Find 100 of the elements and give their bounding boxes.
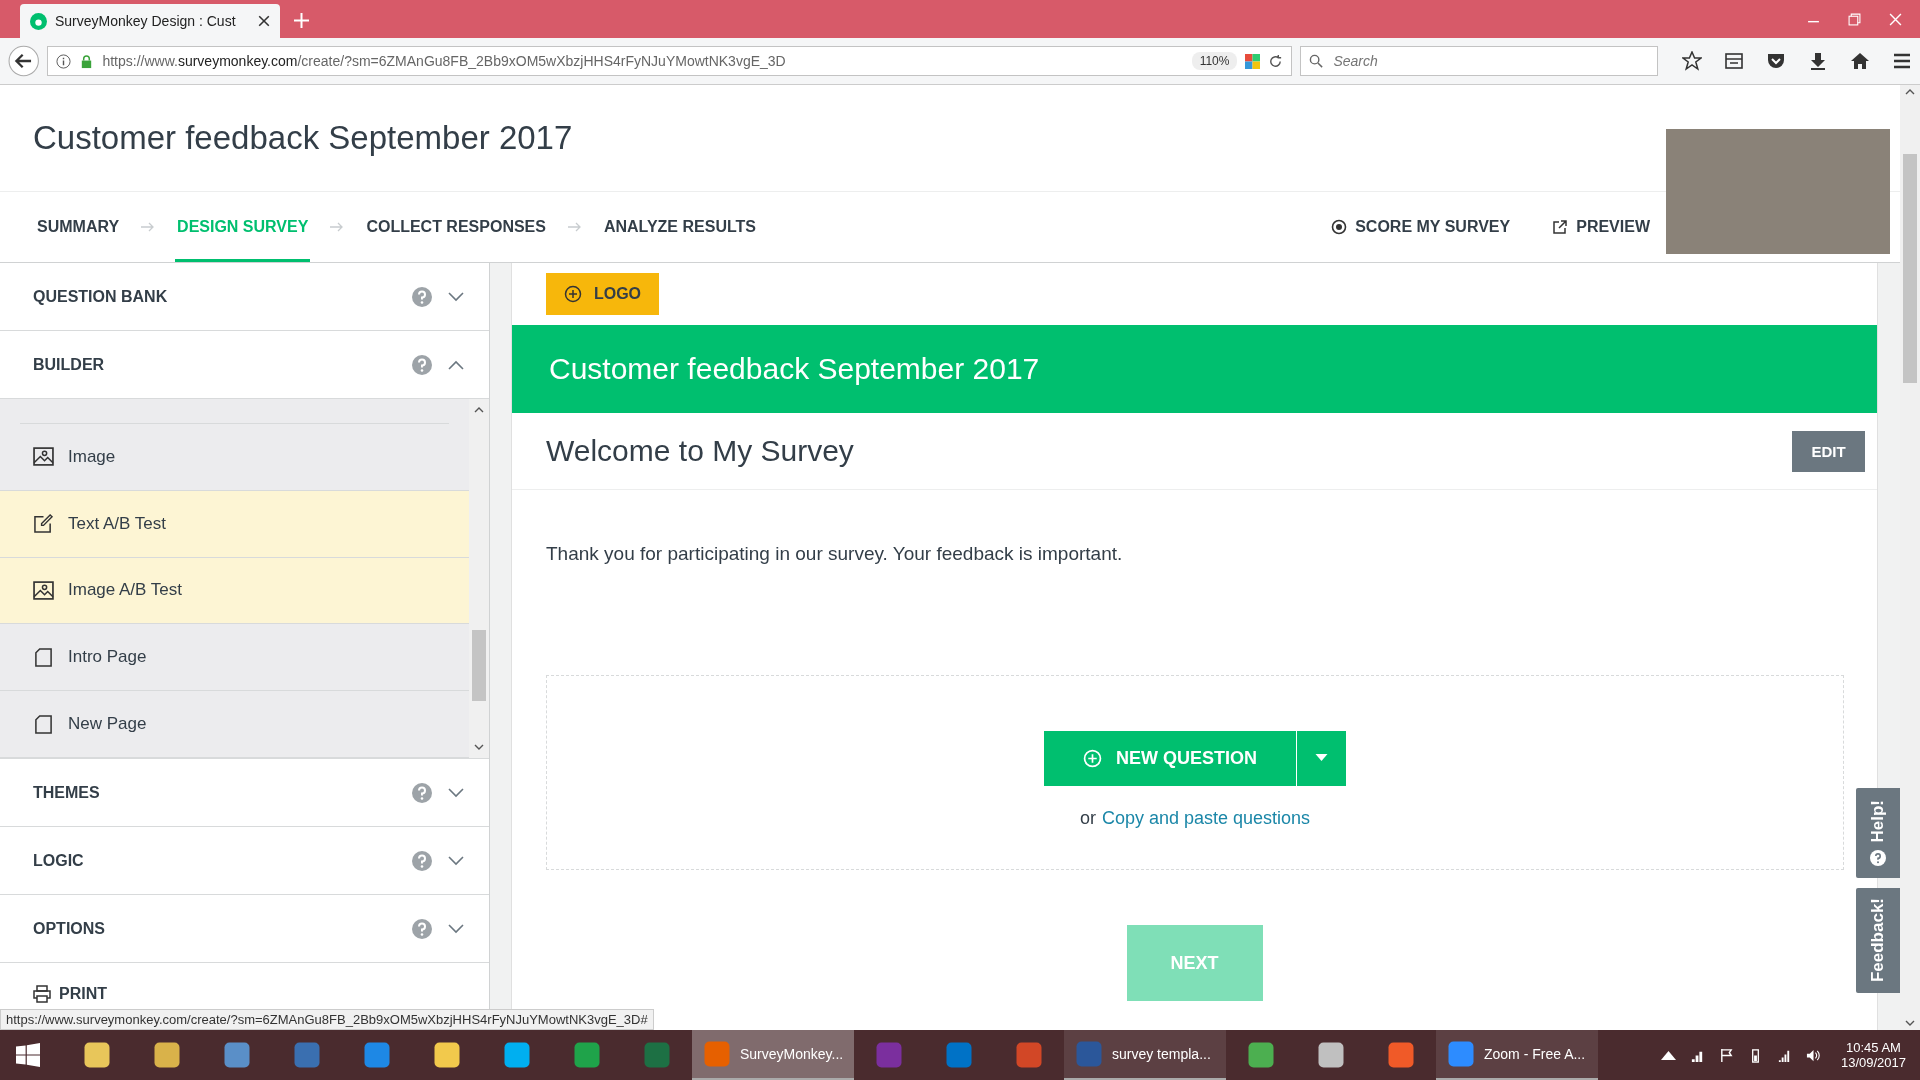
back-icon[interactable] (8, 45, 40, 77)
search-field[interactable]: Search (1300, 46, 1658, 76)
logo-button[interactable]: LOGO (546, 273, 659, 315)
app-icon (1074, 1039, 1104, 1069)
clock[interactable]: 10:45 AM 13/09/2017 (1840, 1040, 1906, 1070)
chevron-icon[interactable] (448, 787, 464, 798)
edit-icon (33, 514, 54, 534)
new-tab-icon[interactable] (294, 13, 309, 28)
scrollbar[interactable] (469, 399, 489, 758)
page-title: Welcome to My Survey (546, 434, 855, 468)
help-icon[interactable] (412, 782, 432, 803)
builder-item[interactable]: New Page (0, 691, 469, 758)
external-link-icon (1552, 219, 1569, 235)
status-url: https://www.surveymonkey.com/create/?sm=6ZMAnGu8FB_2Bb9xOM5wXbzjHHS4rFyNJuYMowtNK3vgE_3D# (0, 1009, 654, 1030)
image-icon (33, 447, 54, 467)
arrow-icon (330, 222, 345, 232)
edit-button[interactable]: EDIT (1792, 430, 1865, 472)
question-icon (1870, 850, 1886, 867)
image-icon (33, 580, 54, 600)
app-icon (222, 1040, 252, 1070)
feedback-tab[interactable]: Feedback! (1856, 888, 1900, 993)
arrow-down-icon[interactable] (1905, 1020, 1915, 1026)
arrow-down-icon[interactable] (474, 744, 484, 750)
app-icon (432, 1040, 462, 1070)
menu-icon[interactable] (1892, 51, 1912, 71)
help-icon[interactable] (412, 354, 432, 375)
page-icon (33, 647, 54, 667)
windows-icon[interactable] (16, 1043, 40, 1067)
plus-circle-icon (1083, 748, 1102, 768)
app-icon (82, 1040, 112, 1070)
scroll-thumb[interactable] (1903, 154, 1917, 384)
help-icon[interactable] (412, 850, 432, 871)
arrow-icon (141, 222, 156, 232)
app-icon (572, 1040, 602, 1070)
chevron-icon[interactable] (448, 291, 464, 302)
app-icon (702, 1039, 732, 1069)
star-icon[interactable] (1682, 51, 1702, 71)
builder-item[interactable]: Intro Page (0, 624, 469, 692)
restore-icon[interactable] (1848, 12, 1861, 26)
page-icon (33, 714, 54, 734)
builder-item[interactable]: Text A/B Test (0, 490, 469, 558)
app-icon (642, 1040, 672, 1070)
browser-tab[interactable]: SurveyMonkey Design : Cust (20, 4, 280, 38)
address-bar[interactable]: https://www.surveymonkey.com/create/?sm=6ZMAnGu8FB_2Bb9xOM5wXbzjHHS4rFyNJuYMowtNK3vgE_3D 110% (47, 46, 1293, 76)
app-icon (292, 1040, 322, 1070)
builder-item[interactable]: Image A/B Test (0, 557, 469, 625)
app-icon (502, 1040, 532, 1070)
zoom-level[interactable]: 110% (1191, 52, 1238, 70)
nav-action-link[interactable]: SCORE MY SURVEY (1331, 192, 1511, 262)
sidebar-section[interactable]: OPTIONS (0, 895, 489, 963)
taskbar-app[interactable]: Zoom - Free A... (1436, 1030, 1598, 1080)
sidebar-section[interactable]: LOGIC (0, 827, 489, 895)
survey-title: Customer feedback September 2017 (33, 119, 573, 157)
nav-tab[interactable]: SUMMARY (35, 192, 122, 262)
help-tab[interactable]: Help! (1856, 788, 1900, 878)
chevron-icon[interactable] (448, 923, 464, 934)
app-icon (1386, 1040, 1416, 1070)
nav-action-link[interactable]: PREVIEW (1552, 192, 1650, 262)
help-icon[interactable] (412, 286, 432, 307)
nav-tab[interactable]: ANALYZE RESULTS (601, 192, 758, 262)
help-icon[interactable] (412, 918, 432, 939)
nav-tab[interactable]: COLLECT RESPONSES (364, 192, 548, 262)
target-icon (1331, 219, 1348, 235)
arrow-up-icon[interactable] (1905, 89, 1915, 95)
close-icon[interactable] (258, 15, 270, 27)
tab-title: SurveyMonkey Design : Cust (55, 13, 237, 29)
arrow-icon (567, 222, 582, 232)
home-icon[interactable] (1850, 51, 1870, 71)
speaker-icon[interactable] (1805, 1047, 1821, 1063)
copy-paste-link[interactable]: Copy and paste questions (1101, 807, 1311, 829)
plus-circle-icon (563, 285, 582, 303)
pocket-icon[interactable] (1766, 51, 1786, 71)
app-icon (1446, 1039, 1476, 1069)
dropdown-button[interactable] (1296, 730, 1346, 786)
scroll-thumb[interactable] (472, 630, 486, 702)
chevron-icon[interactable] (448, 855, 464, 866)
sidebar-section[interactable]: QUESTION BANK (0, 263, 489, 331)
app-icon (874, 1040, 904, 1070)
taskbar-app[interactable]: SurveyMonkey... (692, 1030, 854, 1080)
app-icon (362, 1040, 392, 1070)
builder-item[interactable]: Image (0, 423, 469, 491)
intro-text: Thank you for participating in our survey. Your feedback is important. (546, 543, 1124, 565)
chevron-icon[interactable] (448, 359, 464, 370)
extension-icon[interactable] (1245, 53, 1261, 69)
survey-heading: Customer feedback September 2017 (549, 352, 1040, 386)
app-icon (1246, 1040, 1276, 1070)
page-scrollbar[interactable] (1900, 85, 1920, 1030)
taskbar-app[interactable]: survey templa... (1064, 1030, 1226, 1080)
flag-icon[interactable] (1718, 1047, 1734, 1063)
reading-list-icon[interactable] (1724, 51, 1744, 71)
reload-icon[interactable] (1268, 53, 1284, 69)
sidebar-section[interactable]: THEMES (0, 759, 489, 827)
arrow-up-icon[interactable] (474, 407, 484, 413)
url-text: https://www.surveymonkey.com/create/?sm=6ZMAnGu8FB_2Bb9xOM5wXbzjHHS4rFyNJuYMowtNK3vgE_3D (102, 53, 787, 69)
info-icon (56, 53, 72, 69)
logo-icon (30, 12, 47, 30)
app-icon (944, 1040, 974, 1070)
print-link[interactable]: PRINT (0, 963, 489, 1003)
app-icon (152, 1040, 182, 1070)
download-icon[interactable] (1808, 51, 1828, 71)
